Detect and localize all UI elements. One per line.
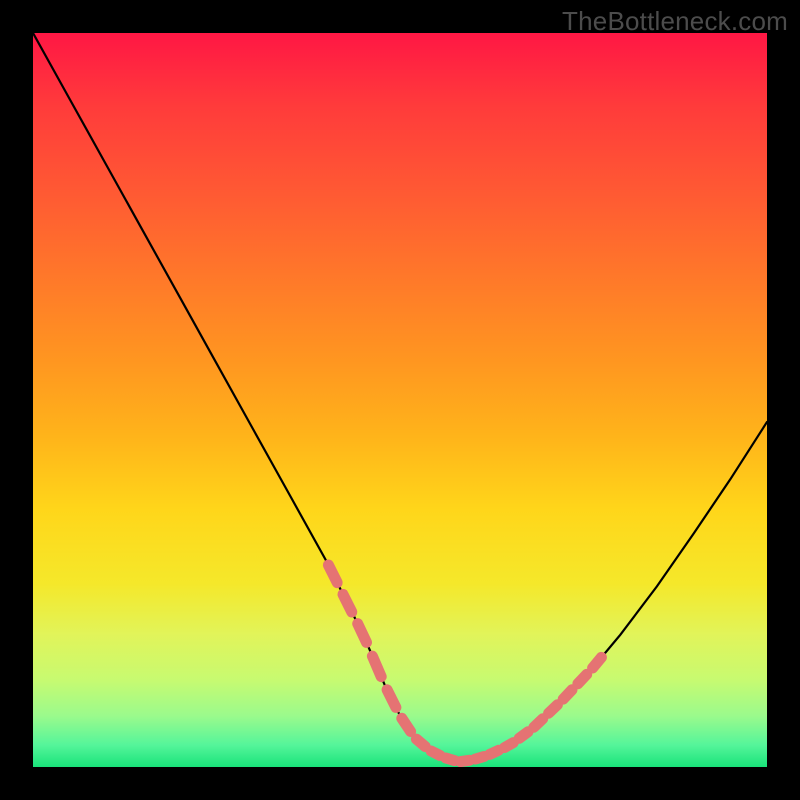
watermark-text: TheBottleneck.com (562, 6, 788, 37)
chart-stage: TheBottleneck.com (0, 0, 800, 800)
gradient-plot-area (33, 33, 767, 767)
